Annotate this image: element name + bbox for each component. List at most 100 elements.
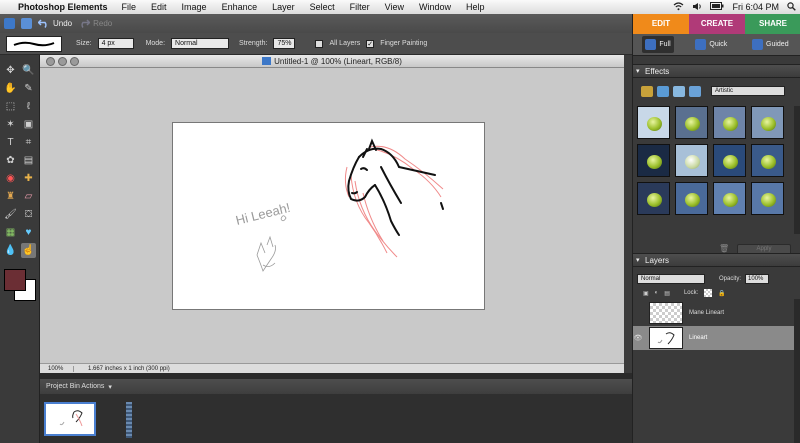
effect-thumbnail[interactable]: [637, 106, 670, 139]
zoom-level[interactable]: 100%: [40, 365, 74, 372]
tab-edit[interactable]: EDIT: [633, 14, 689, 34]
magic-wand-tool-icon[interactable]: ✶: [3, 117, 18, 132]
cookie-cutter-tool-icon[interactable]: ✿: [3, 153, 18, 168]
blur-tool-icon[interactable]: 💧: [3, 243, 18, 258]
volume-icon[interactable]: [692, 2, 702, 13]
new-document-icon[interactable]: [4, 18, 15, 29]
effect-thumbnail[interactable]: [675, 144, 708, 177]
subtab-guided[interactable]: Guided: [749, 36, 792, 53]
red-eye-tool-icon[interactable]: ◉: [3, 171, 18, 186]
crop-tool-icon[interactable]: ⌗: [21, 135, 36, 150]
effects-category-select[interactable]: Artistic: [711, 86, 785, 96]
foreground-color-swatch[interactable]: [4, 269, 26, 291]
layers-scrollbar[interactable]: [794, 299, 800, 443]
app-menu[interactable]: Photoshop Elements: [18, 2, 108, 12]
subtab-quick[interactable]: Quick: [692, 36, 730, 53]
subtab-guided-label: Guided: [766, 41, 789, 48]
save-icon[interactable]: [21, 18, 32, 29]
effect-thumbnail[interactable]: [713, 182, 746, 215]
project-bin-label[interactable]: Project Bin Actions: [46, 383, 104, 390]
lasso-tool-icon[interactable]: ℓ: [21, 99, 36, 114]
clone-stamp-tool-icon[interactable]: ♜: [3, 189, 18, 204]
eye-icon[interactable]: 👁: [633, 334, 643, 342]
menu-edit[interactable]: Edit: [151, 2, 167, 12]
effects-scrollbar[interactable]: [794, 106, 800, 234]
effect-thumbnail[interactable]: [675, 106, 708, 139]
adjustment-layer-icon[interactable]: ◐: [655, 290, 659, 296]
opacity-field[interactable]: 100%: [745, 274, 770, 284]
lock-transparency-icon[interactable]: [704, 289, 713, 297]
document-size-info[interactable]: 1.667 inches x 1 inch (300 ppi): [74, 366, 170, 372]
all-layers-checkbox[interactable]: [315, 39, 324, 48]
straighten-tool-icon[interactable]: ▤: [21, 153, 36, 168]
tab-create[interactable]: CREATE: [689, 14, 745, 34]
blend-mode-select[interactable]: Normal: [637, 274, 705, 284]
effect-thumbnail[interactable]: [713, 106, 746, 139]
image-canvas[interactable]: Hi Leeah!: [172, 122, 485, 310]
wifi-icon[interactable]: [673, 1, 684, 13]
eyedropper-tool-icon[interactable]: ✎: [21, 81, 36, 96]
effect-thumbnail[interactable]: [637, 144, 670, 177]
all-effects-icon[interactable]: [689, 85, 701, 97]
menu-filter[interactable]: Filter: [350, 2, 370, 12]
minimize-window-button[interactable]: [58, 57, 67, 66]
menu-enhance[interactable]: Enhance: [222, 2, 258, 12]
finger-painting-checkbox[interactable]: ✓: [366, 39, 375, 48]
effect-thumbnail[interactable]: [713, 144, 746, 177]
size-field[interactable]: 4 px: [97, 38, 134, 49]
layer-styles-icon[interactable]: [657, 85, 669, 97]
layer-row-lineart[interactable]: 👁 Lineart: [633, 326, 800, 350]
layers-panel-header[interactable]: Layers: [633, 253, 800, 267]
close-window-button[interactable]: [46, 57, 55, 66]
tab-share[interactable]: SHARE: [745, 14, 800, 34]
effect-thumbnail[interactable]: [751, 106, 784, 139]
bin-document-thumbnail[interactable]: [44, 402, 96, 436]
undo-button[interactable]: Undo: [38, 19, 72, 28]
mode-select[interactable]: Normal: [171, 38, 230, 49]
effect-thumbnail[interactable]: [751, 144, 784, 177]
menu-file[interactable]: File: [122, 2, 137, 12]
brush-tool-icon[interactable]: 🖌: [3, 207, 18, 222]
bin-scrollbar[interactable]: [126, 402, 132, 438]
strength-field[interactable]: 75%: [273, 38, 296, 49]
eraser-tool-icon[interactable]: ▱: [21, 189, 36, 204]
menu-view[interactable]: View: [385, 2, 404, 12]
effect-thumbnail[interactable]: [637, 182, 670, 215]
lock-all-icon[interactable]: 🔒: [718, 290, 725, 297]
lock-label: Lock:: [683, 290, 699, 296]
trash-icon[interactable]: 🗑: [719, 244, 729, 253]
subtab-quick-label: Quick: [709, 41, 728, 48]
subtab-full[interactable]: Full: [642, 36, 674, 53]
smudge-tool-icon[interactable]: ☝: [21, 243, 36, 258]
menu-clock[interactable]: Fri 6:04 PM: [732, 2, 779, 12]
battery-icon[interactable]: [710, 2, 724, 12]
hand-tool-icon[interactable]: ✋: [3, 81, 18, 96]
zoom-window-button[interactable]: [70, 57, 79, 66]
gradient-tool-icon[interactable]: ▦: [3, 225, 18, 240]
effects-panel-header[interactable]: Effects: [633, 64, 800, 78]
effect-thumbnail[interactable]: [751, 182, 784, 215]
shape-tool-icon[interactable]: ♥: [21, 225, 36, 240]
new-layer-icon[interactable]: ▣: [643, 290, 649, 297]
menu-image[interactable]: Image: [182, 2, 207, 12]
brush-preview[interactable]: [6, 35, 62, 52]
menu-layer[interactable]: Layer: [272, 2, 295, 12]
menu-help[interactable]: Help: [466, 2, 485, 12]
effect-thumbnail[interactable]: [675, 182, 708, 215]
redo-button[interactable]: Redo: [78, 19, 112, 28]
paint-bucket-tool-icon[interactable]: ⛋: [21, 207, 36, 222]
type-tool-icon[interactable]: T: [3, 135, 18, 150]
spotlight-search-icon[interactable]: [787, 1, 796, 13]
zoom-tool-icon[interactable]: 🔍: [21, 63, 36, 78]
selection-brush-tool-icon[interactable]: ▣: [21, 117, 36, 132]
photo-effects-icon[interactable]: [673, 85, 685, 97]
marquee-tool-icon[interactable]: ⬚: [3, 99, 18, 114]
menu-window[interactable]: Window: [419, 2, 451, 12]
delete-layer-icon[interactable]: ▤: [664, 290, 670, 297]
move-tool-icon[interactable]: ✥: [3, 63, 18, 78]
menu-select[interactable]: Select: [310, 2, 335, 12]
chevron-down-icon[interactable]: ▾: [108, 383, 112, 391]
healing-brush-tool-icon[interactable]: ✚: [21, 171, 36, 186]
layer-row-mane-lineart[interactable]: Mane Lineart: [633, 301, 800, 325]
filters-icon[interactable]: [641, 85, 653, 97]
